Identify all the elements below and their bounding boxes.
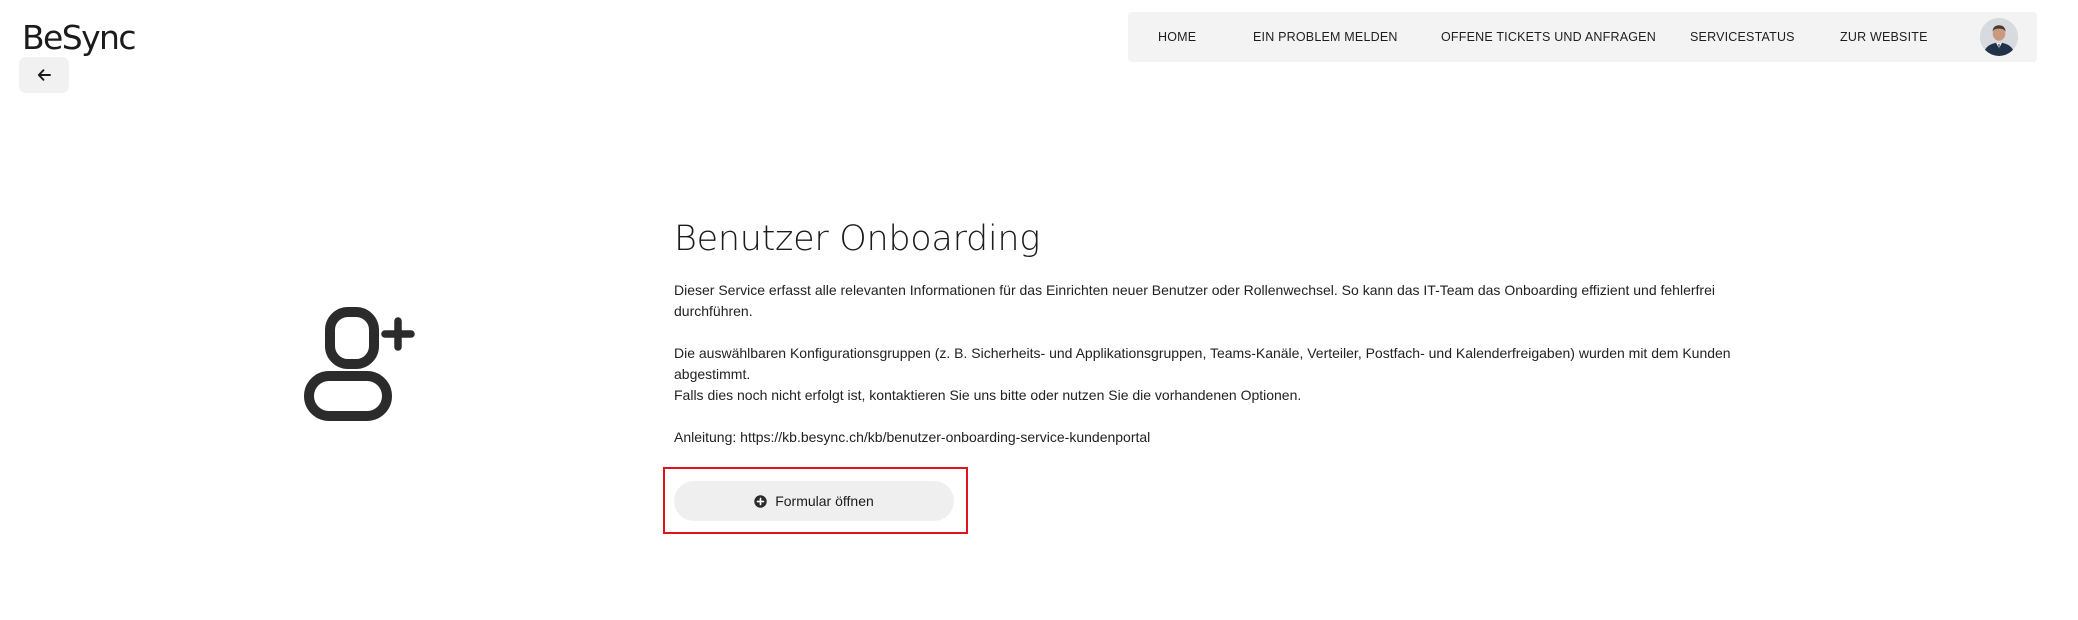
- nav-servicestatus[interactable]: SERVICESTATUS: [1690, 30, 1795, 44]
- avatar-image: [1980, 18, 2018, 56]
- nav-zur-website[interactable]: ZUR WEBSITE: [1840, 30, 1928, 44]
- back-button[interactable]: [19, 57, 69, 93]
- logo[interactable]: BeSync: [22, 18, 136, 58]
- page-title: Benutzer Onboarding: [674, 219, 1040, 259]
- plus-circle-icon: [754, 494, 767, 508]
- open-form-button[interactable]: Formular öffnen: [674, 481, 954, 521]
- description-paragraph-1: Dieser Service erfasst alle relevanten I…: [674, 282, 1715, 319]
- user-avatar[interactable]: [1980, 18, 2018, 56]
- nav-offene-tickets[interactable]: OFFENE TICKETS UND ANFRAGEN: [1441, 30, 1656, 44]
- user-add-icon: [304, 307, 415, 421]
- service-description: Dieser Service erfasst alle relevanten I…: [674, 280, 1754, 448]
- top-navigation: HOME EIN PROBLEM MELDEN OFFENE TICKETS U…: [1128, 12, 2037, 62]
- nav-ein-problem-melden[interactable]: EIN PROBLEM MELDEN: [1253, 30, 1398, 44]
- description-paragraph-2: Die auswählbaren Konfigurationsgruppen (…: [674, 345, 1731, 382]
- service-content: Benutzer Onboarding Dieser Service erfas…: [674, 214, 1754, 448]
- nav-home[interactable]: HOME: [1158, 30, 1196, 44]
- open-form-label: Formular öffnen: [775, 493, 874, 509]
- description-paragraph-3: Falls dies noch nicht erfolgt ist, konta…: [674, 387, 1302, 403]
- arrow-left-icon: [37, 69, 51, 81]
- page: BeSync HOME EIN PROBLEM MELDEN OFFENE TI…: [0, 0, 2078, 620]
- instructions-link[interactable]: Anleitung: https://kb.besync.ch/kb/benut…: [674, 427, 1754, 448]
